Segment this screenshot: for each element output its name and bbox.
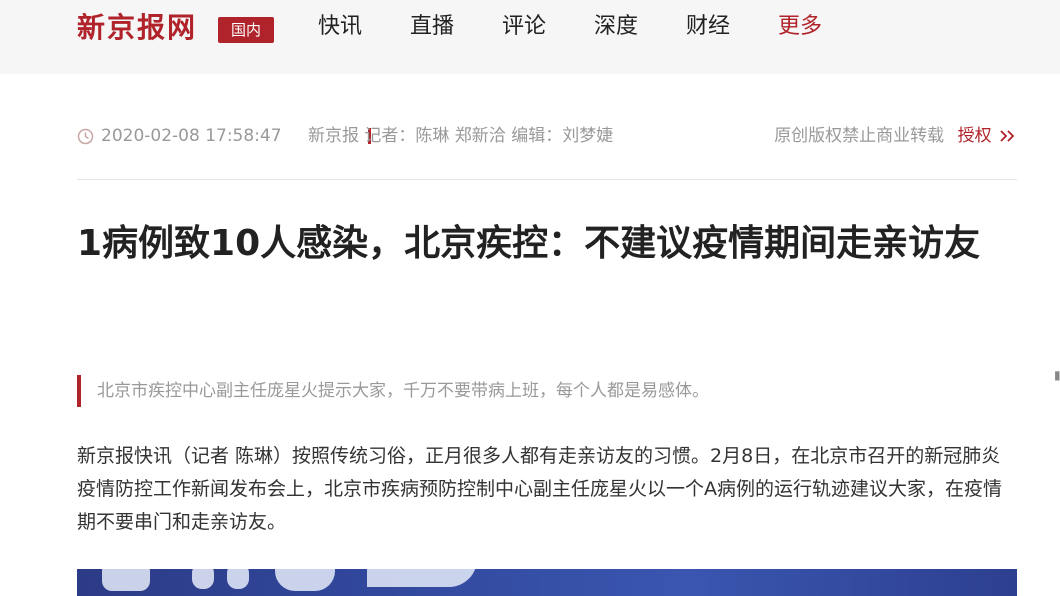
clock-icon — [77, 128, 94, 145]
nav-item-shendu[interactable]: 深度 — [594, 12, 638, 42]
image-fragment — [367, 569, 477, 587]
source-credits: 新京报 记者：陈琳 郑新洽 编辑：刘梦婕 — [308, 126, 614, 146]
meta-divider — [77, 179, 1017, 180]
copyright-block: 原创版权禁止商业转载 授权 — [774, 122, 1017, 150]
nav-item-zhibo[interactable]: 直播 — [410, 12, 454, 42]
site-logo[interactable]: 新京报网 — [77, 10, 197, 46]
nav-item-caijing[interactable]: 财经 — [686, 12, 730, 42]
nav-item-pinglun[interactable]: 评论 — [502, 12, 546, 42]
top-navigation-bar: 新京报网 国内 快讯 直播 评论 深度 财经 更多 — [0, 0, 1060, 74]
article-summary: 北京市疾控中心副主任庞星火提示大家，千万不要带病上班，每个人都是易感体。 — [77, 375, 1017, 407]
article-lead-image — [77, 569, 1017, 596]
double-chevron-right-icon[interactable] — [999, 129, 1017, 143]
image-fragment — [192, 569, 214, 589]
edge-scroll-marker: ▮ — [1054, 368, 1060, 382]
article-meta: 2020-02-08 17:58:47 新京报 记者：陈琳 郑新洽 编辑：刘梦婕… — [77, 122, 1017, 150]
authorize-label[interactable]: 授权 — [958, 126, 992, 146]
image-fragment — [227, 569, 249, 589]
copyright-notice: 原创版权禁止商业转载 — [774, 126, 945, 146]
article-title: 1病例致10人感染，北京疾控：不建议疫情期间走亲访友 — [77, 223, 981, 264]
nav-item-kuaixun[interactable]: 快讯 — [318, 12, 362, 42]
image-fragment — [102, 569, 150, 591]
publish-datetime: 2020-02-08 17:58:47 — [101, 126, 282, 146]
section-badge[interactable]: 国内 — [218, 17, 274, 43]
article-body-paragraph: 新京报快讯（记者 陈琳）按照传统习俗，正月很多人都有走亲访友的习惯。2月8日，在… — [77, 445, 1003, 533]
nav-item-more[interactable]: 更多 — [778, 12, 822, 42]
authorize-link[interactable]: 授权 — [958, 126, 1017, 146]
image-fragment — [275, 569, 335, 591]
